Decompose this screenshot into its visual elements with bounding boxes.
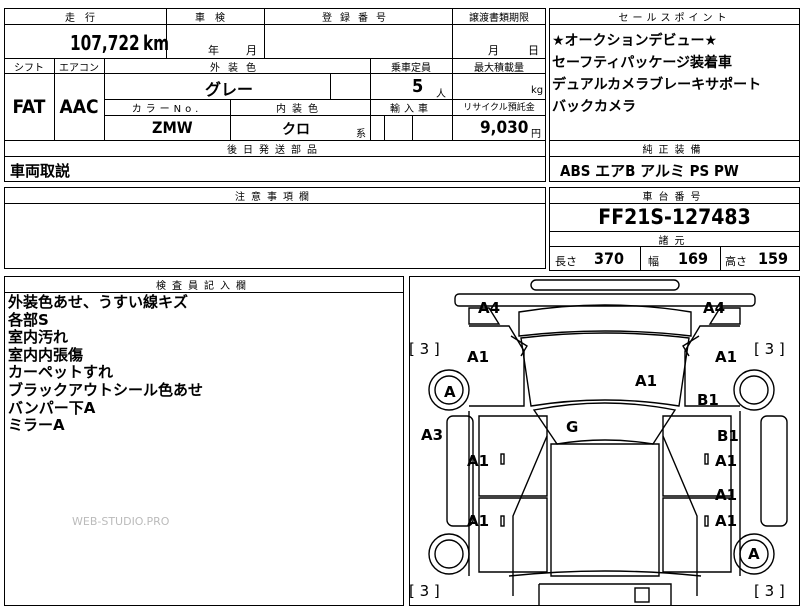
- damage-label-right-front: B1: [697, 391, 719, 409]
- divider: [4, 156, 546, 157]
- damage-label-left-front-door: A1: [467, 452, 490, 470]
- dims-header: 諸元: [658, 236, 691, 247]
- damage-label-right-rear-door: A1: [715, 512, 738, 530]
- sales-point-line: バックカメラ: [552, 99, 636, 115]
- inspector-note: 外装色あせ、うすい線キズ: [8, 293, 189, 311]
- recycle-value: 9,030: [480, 118, 529, 138]
- inspector-note: 各部S: [8, 310, 49, 329]
- divider: [384, 115, 385, 141]
- inspection-month: 月: [246, 44, 257, 57]
- capacity-unit: 人: [436, 89, 446, 100]
- interior-color-label: 内装色: [276, 104, 324, 115]
- sales-point-line: セーフティパッケージ装着車: [552, 55, 733, 71]
- damage-label-front-left-wheel: A: [444, 383, 456, 401]
- length-value: 370: [594, 249, 625, 268]
- length-label: 長さ: [555, 255, 577, 268]
- chassis-number: FF21S-127483: [598, 205, 751, 229]
- inspector-note: ブラックアウトシール色あせ: [8, 380, 204, 399]
- color-no-label: カラーNo.: [131, 104, 203, 115]
- vehicle-info-grid: [4, 8, 546, 141]
- inspector-header: 検査員記入欄: [156, 281, 252, 292]
- equipment-header: 純正装備: [642, 145, 707, 156]
- divider: [720, 246, 721, 271]
- shift-label: シフト: [14, 63, 44, 74]
- damage-label-right-front-door: A1: [715, 452, 738, 470]
- divider: [4, 203, 546, 204]
- damage-label-left-rear-door: A1: [467, 512, 490, 530]
- ac-label: エアコン: [59, 63, 99, 74]
- divider: [104, 115, 546, 116]
- width-value: 169: [678, 249, 709, 268]
- registration-label: 登録番号: [322, 13, 394, 24]
- car-diagram: [428, 279, 788, 606]
- tire-tread-rear-right: [ 3 ]: [754, 582, 785, 600]
- exterior-color-value: グレー: [205, 80, 254, 99]
- shift-value: FAT: [12, 96, 46, 118]
- inspector-note: バンパー下A: [8, 398, 96, 417]
- damage-label-right-side: B1: [717, 427, 739, 445]
- transfer-day: 日: [528, 44, 539, 57]
- max-load-label: 最大積載量: [474, 63, 524, 74]
- divider: [549, 24, 800, 25]
- divider: [330, 73, 331, 99]
- damage-label-front-right-corner: A4: [703, 299, 726, 317]
- color-no-value: ZMW: [152, 118, 193, 137]
- damage-label-front-right-fender: A1: [715, 348, 738, 366]
- damage-label-front-left-fender: A1: [467, 348, 490, 366]
- damage-label-right-rear: A1: [715, 486, 738, 504]
- recycle-label: リサイクル預託金: [463, 103, 535, 113]
- tire-tread-rear-left: [ 3 ]: [409, 582, 440, 600]
- sales-points-header: セールスポイント: [618, 13, 731, 24]
- damage-label-windshield: G: [566, 418, 579, 436]
- notes-header: 注意事項欄: [235, 192, 315, 203]
- divider: [549, 203, 800, 204]
- divider: [412, 115, 413, 141]
- divider: [452, 8, 453, 141]
- equipment-value: ABS エアB アルミ PS PW: [560, 162, 739, 180]
- height-value: 159: [758, 249, 789, 268]
- inspector-notes: 外装色あせ、うすい線キズ 各部S 室内汚れ 室内内張傷 カーペットすれ ブラック…: [8, 293, 204, 435]
- tire-tread-front-right: [ 3 ]: [754, 340, 785, 358]
- divider: [640, 246, 641, 271]
- inspector-note: 室内汚れ: [8, 328, 69, 347]
- mileage-unit: km: [143, 31, 170, 55]
- transfer-deadline-label: 譲渡書類期限: [469, 13, 529, 24]
- inspector-note: 室内内張傷: [8, 345, 84, 364]
- divider: [4, 24, 546, 25]
- max-load-unit: kg: [531, 85, 544, 96]
- damage-label-left-side: A3: [421, 426, 444, 444]
- later-parts-value: 車両取説: [10, 162, 71, 180]
- tire-tread-front-left: [ 3 ]: [409, 340, 440, 358]
- width-label: 幅: [648, 255, 659, 268]
- import-label: 輸入車: [390, 104, 432, 115]
- inspector-note: カーペットすれ: [8, 363, 114, 382]
- mileage-label: 走行: [65, 13, 105, 24]
- mileage-value: 107,722: [70, 31, 140, 55]
- chassis-header: 車台番号: [642, 192, 707, 203]
- sales-point-line: デュアルカメラブレーキサポート: [552, 77, 762, 93]
- watermark: WEB-STUDIO.PRO: [72, 515, 170, 528]
- interior-color-value: クロ: [282, 122, 310, 138]
- capacity-label: 乗車定員: [391, 63, 431, 74]
- damage-label-hood: A1: [635, 372, 658, 390]
- exterior-color-label: 外装色: [210, 63, 264, 74]
- height-label: 高さ: [725, 255, 747, 268]
- transfer-month: 月: [488, 44, 499, 57]
- damage-label-front-left-corner: A4: [478, 299, 501, 317]
- inspection-label: 車検: [195, 13, 235, 24]
- ac-value: AAC: [59, 96, 99, 118]
- sales-point-line: ★オークションデビュー★: [552, 33, 718, 49]
- inspector-note: ミラーA: [8, 416, 65, 435]
- interior-color-suffix: 系: [356, 129, 366, 140]
- capacity-value: 5: [412, 76, 424, 97]
- recycle-unit: 円: [531, 129, 541, 140]
- inspection-year: 年: [208, 44, 219, 57]
- damage-label-rear-right-wheel: A: [748, 545, 760, 563]
- later-parts-label: 後日発送部品: [227, 145, 323, 156]
- divider: [549, 156, 800, 157]
